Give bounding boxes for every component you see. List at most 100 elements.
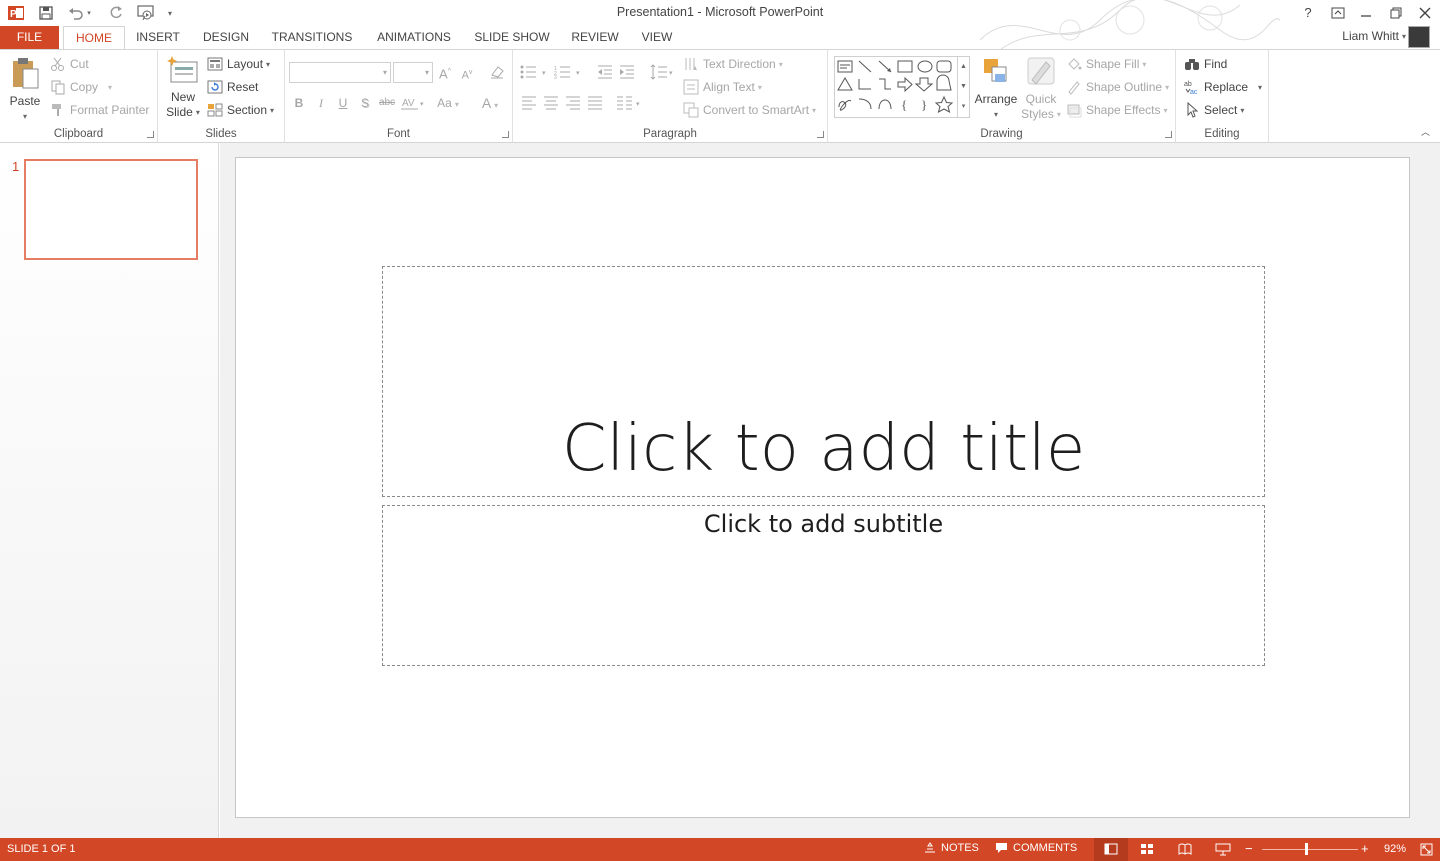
shapes-gallery[interactable]: { } ▲ ▼ ▾ <box>834 56 970 118</box>
new-slide-icon <box>167 56 198 83</box>
ribbon-display-options-icon[interactable] <box>1326 3 1350 23</box>
bullets-button[interactable]: ▾ <box>519 62 551 82</box>
bold-button[interactable]: B <box>289 93 309 113</box>
shape-outline-label: Shape Outline <box>1086 80 1163 94</box>
font-launcher-icon[interactable] <box>502 131 509 138</box>
drawing-launcher-icon[interactable] <box>1165 131 1172 138</box>
quick-styles-icon <box>1027 57 1055 85</box>
underline-button[interactable]: U <box>333 93 353 113</box>
columns-button[interactable]: ▾ <box>615 93 645 113</box>
reading-view-button[interactable] <box>1178 843 1192 858</box>
user-account[interactable]: Liam Whitt ▾ <box>1342 29 1406 43</box>
justify-button[interactable] <box>585 93 605 113</box>
columns-icon: ▾ <box>617 96 640 110</box>
line-spacing-button[interactable]: ▾ <box>649 62 677 82</box>
select-button[interactable]: Select ▾ <box>1184 100 1244 120</box>
chevron-down-icon: ▾ <box>454 100 459 109</box>
reset-button[interactable]: Reset <box>207 77 258 97</box>
comments-button[interactable]: COMMENTS <box>995 842 1077 854</box>
find-button[interactable]: Find <box>1184 54 1227 74</box>
collapse-ribbon-icon[interactable]: ︿ <box>1421 125 1430 138</box>
gallery-scroll-down-icon[interactable]: ▼ <box>957 77 969 97</box>
restore-icon[interactable] <box>1384 3 1408 23</box>
change-case-button[interactable]: Aa ▾ <box>431 93 465 113</box>
chevron-down-icon: ▾ <box>1165 82 1170 92</box>
tab-file[interactable]: FILE <box>0 26 59 50</box>
slide-sorter-button[interactable] <box>1140 843 1154 858</box>
notes-button[interactable]: NOTES <box>924 842 979 854</box>
tab-design[interactable]: DESIGN <box>198 26 254 50</box>
text-direction-button[interactable]: Text Direction ▾ <box>683 54 783 74</box>
section-button[interactable]: Section ▾ <box>207 100 274 120</box>
align-right-button[interactable] <box>563 93 583 113</box>
help-button[interactable]: ? <box>1296 3 1320 23</box>
arrange-button[interactable]: Arrange ▾ <box>974 56 1018 122</box>
decrease-font-size-button[interactable]: Av <box>457 63 477 83</box>
zoom-in-icon[interactable]: + <box>1361 841 1369 856</box>
format-painter-button[interactable]: Format Painter <box>50 100 149 120</box>
title-placeholder[interactable]: Click to add title <box>382 266 1265 497</box>
normal-view-button[interactable] <box>1094 838 1128 861</box>
increase-indent-button[interactable] <box>617 62 637 82</box>
paragraph-launcher-icon[interactable] <box>817 131 824 138</box>
paragraph-group-label: Paragraph <box>643 128 697 140</box>
clipboard-launcher-icon[interactable] <box>147 131 154 138</box>
svg-text:▾: ▾ <box>669 70 673 77</box>
shape-fill-button[interactable]: Shape Fill ▾ <box>1066 54 1146 74</box>
close-icon[interactable] <box>1413 3 1437 23</box>
quick-styles-button[interactable]: Quick Styles ▾ <box>1020 56 1062 122</box>
section-icon <box>207 103 223 117</box>
copy-button[interactable]: Copy ▾ <box>50 77 112 97</box>
font-color-button[interactable]: A ▾ <box>475 93 505 113</box>
character-spacing-button[interactable]: AV ▾ <box>399 93 429 113</box>
minimize-icon[interactable] <box>1354 3 1378 23</box>
convert-to-smartart-button[interactable]: Convert to SmartArt ▾ <box>683 100 816 120</box>
avatar[interactable] <box>1408 26 1430 48</box>
align-center-button[interactable] <box>541 93 561 113</box>
align-text-button[interactable]: Align Text ▾ <box>683 77 762 97</box>
slide-show-button[interactable] <box>1215 843 1231 859</box>
align-left-icon <box>522 96 536 110</box>
increase-font-size-button[interactable]: A^ <box>435 62 455 82</box>
italic-button[interactable]: I <box>311 93 331 113</box>
font-name-combo[interactable]: ▾ <box>289 62 391 83</box>
reset-icon <box>207 80 223 94</box>
clear-formatting-button[interactable] <box>487 62 507 82</box>
copy-label: Copy <box>70 80 99 94</box>
tab-insert[interactable]: INSERT <box>132 26 184 50</box>
subtitle-placeholder[interactable]: Click to add subtitle <box>382 505 1265 666</box>
gallery-more-icon[interactable]: ▾ <box>957 97 969 118</box>
zoom-out-icon[interactable]: − <box>1245 841 1253 856</box>
layout-button[interactable]: Layout ▾ <box>207 54 270 74</box>
ribbon-tabs: FILE HOME INSERT DESIGN TRANSITIONS ANIM… <box>0 26 1440 50</box>
quick-styles-label-line1: Quick <box>1025 92 1057 106</box>
zoom-slider-thumb[interactable] <box>1304 843 1308 855</box>
tab-home[interactable]: HOME <box>63 26 125 50</box>
tab-transitions[interactable]: TRANSITIONS <box>268 26 356 50</box>
cut-button[interactable]: Cut <box>50 54 89 74</box>
shape-outline-button[interactable]: Shape Outline ▾ <box>1066 77 1169 97</box>
tab-slide-show[interactable]: SLIDE SHOW <box>472 26 552 50</box>
replace-button[interactable]: ab ac Replace ▾ <box>1184 77 1262 97</box>
shape-effects-button[interactable]: Shape Effects ▾ <box>1066 100 1168 120</box>
slide-canvas[interactable]: Click to add title Click to add subtitle <box>235 157 1410 818</box>
zoom-level[interactable]: 92% <box>1384 843 1406 855</box>
paintbrush-icon <box>52 104 61 116</box>
tab-view[interactable]: VIEW <box>636 26 678 50</box>
new-slide-button[interactable]: New Slide ▾ <box>164 56 202 120</box>
tab-animations[interactable]: ANIMATIONS <box>370 26 458 50</box>
strikethrough-button[interactable]: abc <box>377 93 397 113</box>
tab-review[interactable]: REVIEW <box>567 26 623 50</box>
smartart-icon <box>683 102 699 118</box>
slide-thumbnail[interactable] <box>24 159 198 260</box>
pen-icon <box>1068 81 1080 95</box>
gallery-scroll-up-icon[interactable]: ▲ <box>957 57 969 77</box>
fit-slide-to-window-button[interactable] <box>1420 843 1433 859</box>
font-size-combo[interactable]: ▾ <box>393 62 433 83</box>
numbering-button[interactable]: 1 2 3 ▾ <box>553 62 585 82</box>
paste-button[interactable]: Paste ▾ <box>6 56 44 124</box>
align-left-button[interactable] <box>519 93 539 113</box>
text-shadow-button[interactable]: S <box>355 93 375 113</box>
zoom-slider-track[interactable] <box>1262 849 1358 850</box>
decrease-indent-button[interactable] <box>595 62 615 82</box>
